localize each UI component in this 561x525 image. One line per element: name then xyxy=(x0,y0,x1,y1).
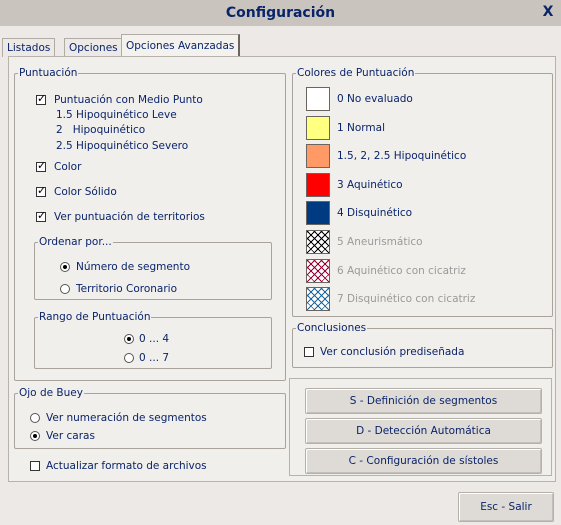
ver-numeracion-label: Ver numeración de segmentos xyxy=(46,412,207,424)
close-icon[interactable]: X xyxy=(541,5,555,19)
radio-dot xyxy=(63,265,67,269)
tab-opciones[interactable]: Opciones xyxy=(64,38,123,57)
puntuacion-legend: Puntuación xyxy=(19,67,78,79)
check-icon: ✓ xyxy=(37,159,47,172)
colores-group: Colores de Puntuación xyxy=(292,67,553,317)
color-swatch-label: 5 Aneurismático xyxy=(337,236,423,248)
radio-numero-segmento[interactable] xyxy=(60,262,70,272)
color-swatch[interactable] xyxy=(306,259,330,283)
medio-punto-checkbox[interactable]: ✓ xyxy=(36,92,47,105)
rango-legend: Rango de Puntuación xyxy=(39,311,151,323)
ver-caras-label: Ver caras xyxy=(46,430,95,442)
color-solido-checkbox[interactable]: ✓ xyxy=(36,184,47,197)
radio-rango-0-4[interactable] xyxy=(124,334,134,344)
radio-ver-numeracion[interactable] xyxy=(30,413,40,423)
color-swatch[interactable] xyxy=(306,201,330,225)
numero-segmento-label: Número de segmento xyxy=(76,261,190,273)
definicion-segmentos-button[interactable]: S - Definición de segmentos xyxy=(305,388,542,414)
color-swatch[interactable] xyxy=(306,116,330,140)
ordenar-legend: Ordenar por... xyxy=(39,236,112,248)
sub-line-1: 1.5 Hipoquinético Leve xyxy=(56,109,177,121)
configuracion-sistoles-button[interactable]: C - Configuración de sístoles xyxy=(305,448,542,474)
territorios-checkbox[interactable]: ✓ xyxy=(36,209,47,222)
check-icon: ✓ xyxy=(37,92,47,105)
color-swatch-label: 6 Aquinético con cicatriz xyxy=(337,265,466,277)
territorio-coronario-label: Territorio Coronario xyxy=(76,283,178,295)
conclusion-checkbox[interactable] xyxy=(304,347,314,357)
color-label: Color xyxy=(54,161,82,173)
color-swatch-label: 0 No evaluado xyxy=(337,93,413,105)
color-swatch-label: 1.5, 2, 2.5 Hipoquinético xyxy=(337,150,467,162)
conclusiones-legend: Conclusiones xyxy=(297,322,367,334)
color-swatch-label: 1 Normal xyxy=(337,122,386,134)
tab-listados[interactable]: Listados xyxy=(2,38,56,57)
medio-punto-label: Puntuación con Medio Punto xyxy=(54,94,203,106)
color-swatch[interactable] xyxy=(306,173,330,197)
rango-0-4-label: 0 ... 4 xyxy=(139,333,170,345)
color-swatch[interactable] xyxy=(306,87,330,111)
actualizar-label: Actualizar formato de archivos xyxy=(46,460,207,472)
radio-territorio-coronario[interactable] xyxy=(60,284,70,294)
color-swatch[interactable] xyxy=(306,287,330,311)
sub-line-2: 2 Hipoquinético xyxy=(56,124,146,136)
conclusion-label: Ver conclusión prediseñada xyxy=(320,346,465,358)
radio-dot xyxy=(127,337,131,341)
color-swatch[interactable] xyxy=(306,144,330,168)
color-checkbox[interactable]: ✓ xyxy=(36,159,47,172)
color-swatch-label: 3 Aquinético xyxy=(337,179,403,191)
territorios-label: Ver puntuación de territorios xyxy=(54,211,205,223)
salir-button[interactable]: Esc - Salir xyxy=(458,492,554,522)
rango-0-7-label: 0 ... 7 xyxy=(139,352,170,364)
radio-ver-caras[interactable] xyxy=(30,431,40,441)
radio-dot xyxy=(33,434,37,438)
color-swatch-label: 4 Disquinético xyxy=(337,207,413,219)
check-icon: ✓ xyxy=(37,209,47,222)
tab-opciones-avanzadas[interactable]: Opciones Avanzadas xyxy=(121,34,241,57)
check-icon: ✓ xyxy=(37,184,47,197)
window-title: Configuración xyxy=(225,5,336,21)
color-solido-label: Color Sólido xyxy=(54,186,117,198)
actualizar-checkbox[interactable] xyxy=(30,461,40,471)
radio-rango-0-7[interactable] xyxy=(124,353,134,363)
color-swatch-label: 7 Disquinético con cicatriz xyxy=(337,293,476,305)
deteccion-automatica-button[interactable]: D - Detección Automática xyxy=(305,418,542,444)
colores-legend: Colores de Puntuación xyxy=(297,67,415,79)
sub-line-3: 2.5 Hipoquinético Severo xyxy=(56,140,189,152)
ojo-de-buey-legend: Ojo de Buey xyxy=(19,387,83,399)
color-swatch[interactable] xyxy=(306,230,330,254)
